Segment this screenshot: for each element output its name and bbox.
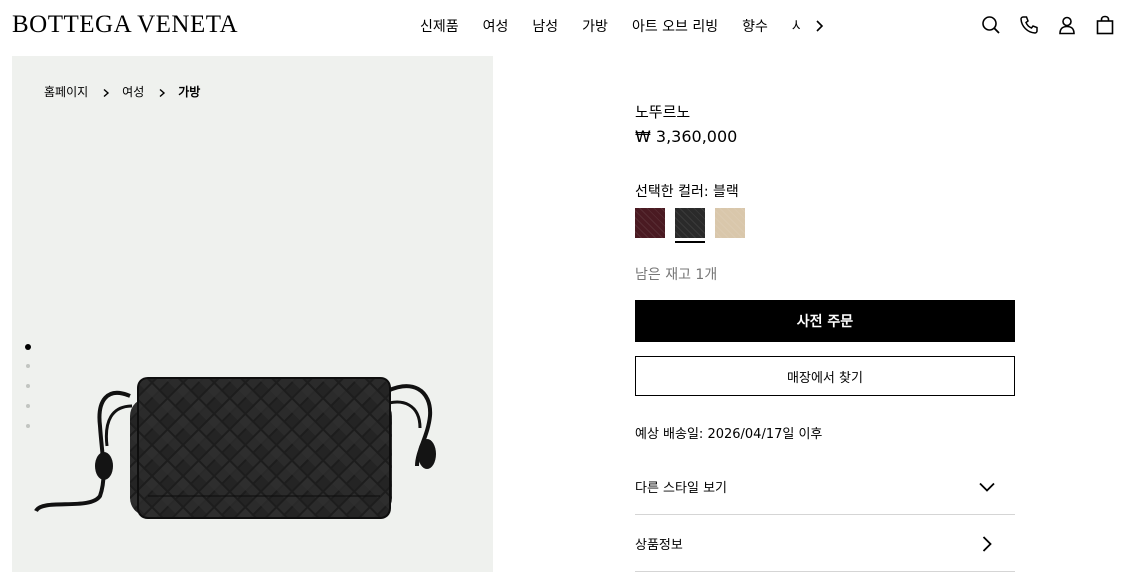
site-header: BOTTEGA VENETA 신제품 여성 남성 가방 아트 오브 리빙 향수 … (0, 0, 1124, 52)
stock-status: 남은 재고 1개 (635, 267, 718, 283)
nav-item-bags[interactable]: 가방 (582, 16, 608, 36)
color-swatches (635, 208, 755, 243)
nav-item-new-arrivals[interactable]: 신제품 (420, 16, 459, 36)
chevron-right-icon (977, 534, 997, 554)
nav-item-partial[interactable]: 사 (792, 16, 800, 36)
account-icon[interactable] (1056, 14, 1078, 36)
product-image-panel: 홈페이지 여성 가방 (12, 56, 493, 572)
nav-item-art-of-living[interactable]: 아트 오브 리빙 (632, 16, 718, 36)
accordion-other-styles[interactable]: 다른 스타일 보기 (635, 459, 1015, 515)
shopping-bag-icon[interactable] (1094, 14, 1116, 36)
product-name: 노뚜르노 (635, 103, 691, 121)
header-actions (980, 14, 1116, 36)
selected-color-label: 선택한 컬러: 블랙 (635, 184, 739, 200)
color-swatch-beige[interactable] (715, 208, 745, 238)
find-in-store-button[interactable]: 매장에서 찾기 (635, 356, 1015, 396)
accordion-label: 상품정보 (635, 538, 683, 553)
nav-item-fragrance[interactable]: 향수 (742, 16, 768, 36)
brand-logo[interactable]: BOTTEGA VENETA (12, 11, 238, 39)
phone-icon[interactable] (1018, 14, 1040, 36)
chevron-down-icon (977, 477, 997, 497)
chevron-right-icon[interactable] (812, 18, 828, 34)
delivery-estimate: 예상 배송일: 2026/04/17일 이후 (635, 427, 823, 442)
accordion-product-info[interactable]: 상품정보 (635, 516, 1015, 572)
search-icon[interactable] (980, 14, 1002, 36)
nav-item-men[interactable]: 남성 (532, 16, 558, 36)
color-swatch-black[interactable] (675, 208, 705, 243)
accordion-label: 다른 스타일 보기 (635, 481, 727, 496)
nav-item-women[interactable]: 여성 (483, 16, 509, 36)
product-price: ₩ 3,360,000 (635, 127, 738, 146)
color-swatch-burgundy[interactable] (635, 208, 665, 238)
product-photo (34, 377, 436, 519)
preorder-button[interactable]: 사전 주문 (635, 300, 1015, 342)
main-nav: 신제품 여성 남성 가방 아트 오브 리빙 향수 사 (420, 16, 828, 36)
